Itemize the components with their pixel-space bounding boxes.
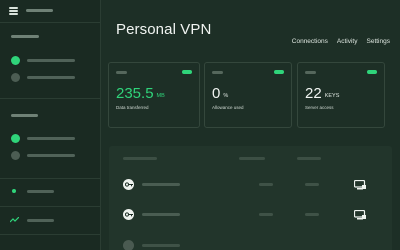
sidebar-divider [0, 206, 100, 207]
sidebar-item-label-placeholder [27, 59, 75, 62]
status-dot-icon [11, 134, 20, 143]
page-title: Personal VPN [116, 21, 212, 38]
column-header-placeholder [123, 157, 157, 160]
stat-card-data-transferred: 235.5 MB Data transferred [108, 62, 200, 128]
sidebar-item-label-placeholder [27, 137, 75, 140]
row-label-placeholder [142, 213, 180, 216]
row-cell-placeholder [305, 213, 319, 216]
stat-value: 235.5 [116, 85, 154, 102]
sidebar-divider [0, 98, 100, 99]
column-header-placeholder [239, 157, 265, 160]
stat-unit: KEYS [324, 93, 340, 99]
monitor-edit-icon[interactable] [354, 210, 366, 220]
table-row[interactable] [109, 200, 392, 230]
sidebar-item-secondary-server[interactable] [0, 67, 100, 91]
keys-table [109, 146, 392, 250]
stat-caption: Server access [305, 105, 334, 110]
status-dot-icon [12, 189, 16, 193]
table-row[interactable] [109, 170, 392, 200]
stat-value-group: 22 KEYS [305, 85, 339, 103]
sidebar-divider [0, 234, 100, 235]
sidebar-item-label-placeholder [27, 76, 75, 79]
card-status-indicator [367, 70, 377, 74]
row-label-placeholder [142, 244, 180, 247]
sidebar-app-name-placeholder [26, 9, 53, 12]
card-label-placeholder [116, 71, 127, 74]
sidebar-divider [0, 22, 100, 23]
vpn-app-window: Personal VPN Connections Activity Settin… [0, 0, 400, 250]
sidebar-divider [0, 178, 100, 179]
key-icon [123, 179, 134, 190]
sidebar [0, 0, 101, 250]
sidebar-item-label-placeholder [27, 219, 54, 222]
stat-value-group: 235.5 MB [116, 85, 165, 103]
sidebar-section-heading-placeholder [11, 114, 38, 117]
stat-caption: Allowance used [212, 105, 244, 110]
nav-link-activity[interactable]: Activity [337, 38, 358, 45]
status-dot-icon [11, 56, 20, 65]
stat-unit: % [223, 93, 229, 99]
row-cell-placeholder [259, 213, 273, 216]
key-icon [123, 209, 134, 220]
sidebar-item-inactive-connection[interactable] [0, 145, 100, 169]
sidebar-item-label-placeholder [27, 154, 75, 157]
card-status-indicator [182, 70, 192, 74]
stat-value-group: 0% [212, 85, 228, 103]
row-cell-placeholder [259, 183, 273, 186]
stat-value: 0 [212, 85, 221, 102]
stat-value: 22 [305, 85, 322, 102]
sidebar-item-activity[interactable] [0, 208, 100, 232]
stat-card-server-access: 22 KEYS Server access [297, 62, 385, 128]
monitor-edit-icon[interactable] [354, 180, 366, 190]
stat-unit: MB [156, 93, 165, 99]
column-header-placeholder [297, 157, 321, 160]
sidebar-section-heading-placeholder [11, 35, 39, 38]
top-nav: Connections Activity Settings [292, 38, 390, 45]
sidebar-item-status[interactable] [0, 180, 100, 204]
card-status-indicator [274, 70, 284, 74]
stat-card-allowance-used: 0% Allowance used [204, 62, 292, 128]
nav-link-settings[interactable]: Settings [367, 38, 391, 45]
status-dot-icon [11, 73, 20, 82]
nav-link-connections[interactable]: Connections [292, 38, 328, 45]
key-icon [123, 240, 134, 250]
card-label-placeholder [212, 71, 223, 74]
card-label-placeholder [305, 71, 316, 74]
row-label-placeholder [142, 183, 180, 186]
hamburger-menu-icon[interactable] [9, 7, 18, 15]
table-row[interactable] [109, 230, 392, 250]
status-dot-icon [11, 151, 20, 160]
row-cell-placeholder [305, 183, 319, 186]
stat-caption: Data transferred [116, 105, 149, 110]
line-chart-icon [10, 217, 19, 223]
sidebar-item-label-placeholder [27, 190, 54, 193]
